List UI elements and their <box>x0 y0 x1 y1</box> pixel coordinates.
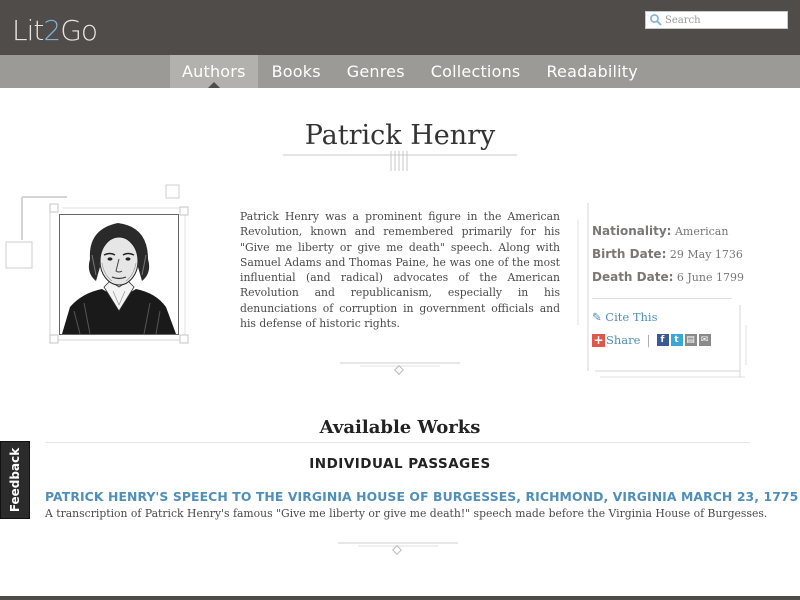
main-nav: Authors Books Genres Collections Readabi… <box>0 55 800 88</box>
feedback-label: Feedback <box>8 447 22 513</box>
bio-ornament <box>340 362 460 375</box>
pencil-icon: ✎ <box>592 310 602 324</box>
search-box[interactable] <box>645 11 788 29</box>
birth-date-label: Birth Date: <box>592 247 667 261</box>
individual-passages-heading: INDIVIDUAL PASSAGES <box>309 456 491 472</box>
search-icon <box>650 14 662 26</box>
share-link[interactable]: Share <box>606 333 640 347</box>
facebook-icon[interactable]: f <box>656 334 669 346</box>
info-divider <box>592 298 732 299</box>
birth-date-value: 29 May 1736 <box>669 248 743 261</box>
share-plus-icon[interactable]: + <box>592 333 605 347</box>
logo-text-lit: Lit <box>12 14 44 47</box>
nationality-row: Nationality: American <box>592 224 742 247</box>
header-bar: Lit2Go <box>0 0 800 55</box>
nationality-label: Nationality: <box>592 224 672 238</box>
author-name-title: Patrick Henry <box>304 120 496 151</box>
death-date-value: 6 June 1799 <box>676 271 744 284</box>
death-date-row: Death Date: 6 June 1799 <box>592 270 744 293</box>
nationality-value: American <box>674 225 729 238</box>
print-icon[interactable]: ▤ <box>684 334 697 346</box>
nav-readability[interactable]: Readability <box>534 55 649 88</box>
footer-bar <box>0 596 800 600</box>
death-date-label: Death Date: <box>592 270 674 284</box>
share-separator: | <box>646 333 651 347</box>
works-divider <box>45 442 750 443</box>
birth-date-row: Birth Date: 29 May 1736 <box>592 247 743 270</box>
cite-this-label: Cite This <box>605 310 658 324</box>
site-logo[interactable]: Lit2Go <box>12 14 98 47</box>
share-bar: + Share | f t ▤ ✉ <box>592 333 713 347</box>
bottom-ornament <box>338 542 458 555</box>
email-icon[interactable]: ✉ <box>698 334 711 346</box>
twitter-icon[interactable]: t <box>670 334 683 346</box>
logo-text-2: 2 <box>43 14 61 47</box>
nav-collections[interactable]: Collections <box>419 55 533 88</box>
nav-authors[interactable]: Authors <box>170 55 258 88</box>
nav-books[interactable]: Books <box>260 55 333 88</box>
work-description: A transcription of Patrick Henry's famou… <box>45 507 768 520</box>
author-portrait <box>59 214 179 335</box>
available-works-heading: Available Works <box>319 417 481 438</box>
logo-text-go: Go <box>60 14 98 47</box>
cite-this-link[interactable]: ✎ Cite This <box>592 310 658 324</box>
portrait-engraving <box>60 215 178 335</box>
author-info: Nationality: American Birth Date: 29 May… <box>592 224 744 293</box>
title-ornament <box>283 151 517 171</box>
feedback-tab[interactable]: Feedback <box>0 441 30 519</box>
search-input[interactable] <box>665 14 785 26</box>
nav-genres[interactable]: Genres <box>335 55 417 88</box>
work-title-link[interactable]: PATRICK HENRY'S SPEECH TO THE VIRGINIA H… <box>45 489 798 504</box>
author-bio: Patrick Henry was a prominent figure in … <box>240 210 560 331</box>
